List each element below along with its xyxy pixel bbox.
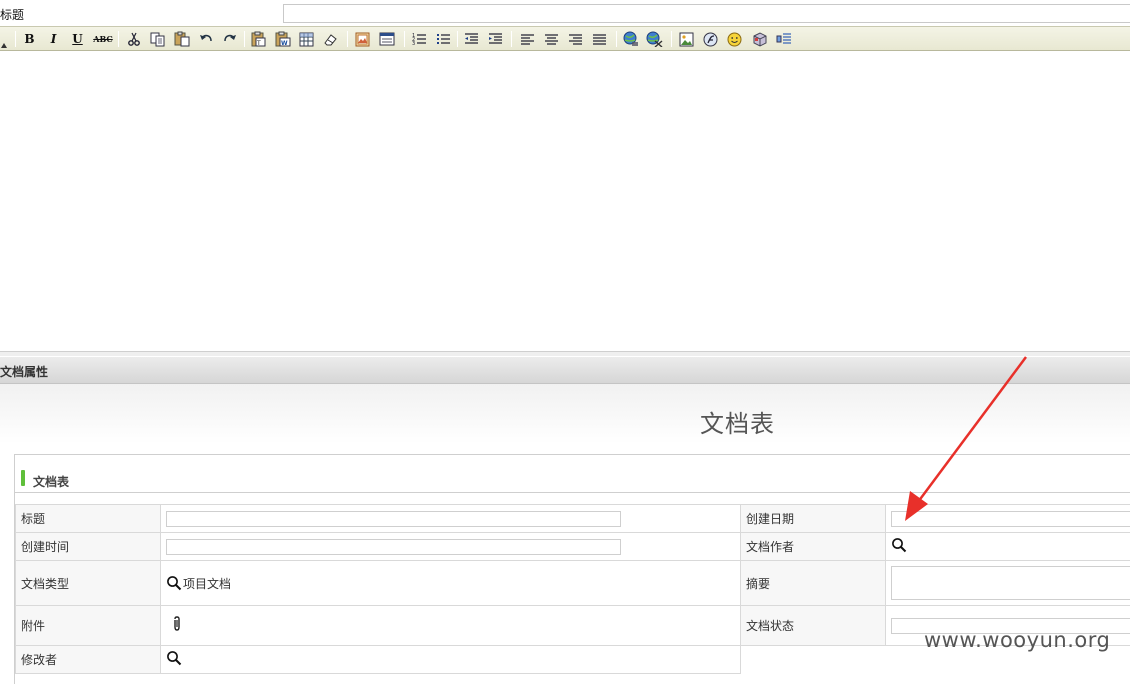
- section-header: 文档属性: [0, 357, 1130, 384]
- unordered-list-button[interactable]: [434, 30, 453, 48]
- toolbar-collapse-icon[interactable]: [1, 43, 7, 48]
- title-label: 标题: [0, 6, 24, 23]
- redo-button[interactable]: [220, 30, 239, 48]
- hr-button[interactable]: [774, 30, 793, 48]
- svg-text:3: 3: [412, 41, 415, 46]
- emoticon-icon: [727, 32, 742, 47]
- bold-icon: B: [24, 33, 34, 45]
- summary-textarea[interactable]: [891, 566, 1130, 600]
- picture-icon: [679, 32, 694, 47]
- unlink-icon: [646, 31, 663, 47]
- picture-button[interactable]: [677, 30, 696, 48]
- underline-button[interactable]: U: [68, 30, 87, 48]
- form-group-header: 文档表: [15, 455, 1130, 493]
- copy-icon: [150, 32, 165, 47]
- table-icon: [299, 32, 314, 47]
- title-row: 标题: [0, 0, 1130, 26]
- form-title: 文档表: [700, 404, 775, 439]
- eraser-button[interactable]: [321, 30, 340, 48]
- created-time-input[interactable]: [166, 539, 621, 555]
- outdent-icon: [464, 32, 479, 46]
- window-icon: [379, 32, 395, 46]
- image-frame-icon: [355, 32, 370, 47]
- created-time-label: 创建时间: [16, 533, 161, 561]
- media-button[interactable]: [750, 30, 769, 48]
- bold-button[interactable]: B: [20, 30, 39, 48]
- align-left-button[interactable]: [518, 30, 537, 48]
- undo-button[interactable]: [196, 30, 215, 48]
- cut-icon: [127, 32, 141, 46]
- ordered-list-icon: 123: [412, 32, 427, 46]
- properties-background: [0, 384, 1130, 444]
- paste-icon: [174, 31, 190, 47]
- underline-icon: U: [72, 33, 82, 45]
- summary-label: 摘要: [741, 561, 886, 606]
- editor-area[interactable]: [0, 52, 1130, 351]
- attachment-label: 附件: [16, 606, 161, 646]
- italic-icon: I: [51, 33, 57, 45]
- indent-icon: [488, 32, 503, 46]
- align-justify-icon: [592, 33, 607, 46]
- align-right-button[interactable]: [566, 30, 585, 48]
- flash-button[interactable]: [701, 30, 720, 48]
- undo-icon: [199, 33, 213, 45]
- image-frame-button[interactable]: [353, 30, 372, 48]
- created-date-input[interactable]: [891, 511, 1130, 527]
- align-center-icon: [544, 33, 559, 46]
- italic-button[interactable]: I: [44, 30, 63, 48]
- doc-type-label: 文档类型: [16, 561, 161, 606]
- window-button[interactable]: [377, 30, 396, 48]
- svg-text:W: W: [281, 40, 288, 47]
- paste-text-button[interactable]: T: [249, 30, 268, 48]
- table-row: 标题 创建日期: [16, 505, 1130, 533]
- link-icon: [623, 31, 640, 47]
- author-label: 文档作者: [741, 533, 886, 561]
- align-left-icon: [520, 33, 535, 46]
- cut-button[interactable]: [124, 30, 143, 48]
- paste-word-button[interactable]: W: [273, 30, 292, 48]
- redo-icon: [223, 33, 237, 45]
- editor-toolbar: B I U ABC T W 123: [0, 26, 1130, 51]
- status-label: 文档状态: [741, 606, 886, 646]
- created-date-label: 创建日期: [741, 505, 886, 533]
- editor-resize-bar: [0, 351, 1130, 356]
- link-button[interactable]: [622, 30, 641, 48]
- media-icon: [752, 32, 768, 47]
- title-input[interactable]: [283, 4, 1130, 23]
- modifier-search-icon[interactable]: [166, 650, 182, 666]
- svg-text:T: T: [256, 40, 261, 47]
- eraser-icon: [323, 33, 338, 46]
- title-field-label: 标题: [16, 505, 161, 533]
- section-title: 文档属性: [0, 363, 48, 380]
- flash-icon: [703, 32, 718, 47]
- title-field-input[interactable]: [166, 511, 621, 527]
- strikethrough-icon: ABC: [93, 35, 112, 43]
- copy-button[interactable]: [148, 30, 167, 48]
- paste-text-icon: T: [251, 31, 267, 47]
- modifier-label: 修改者: [16, 646, 161, 674]
- table-button[interactable]: [297, 30, 316, 48]
- doc-type-search-icon[interactable]: [166, 575, 182, 591]
- align-center-button[interactable]: [542, 30, 561, 48]
- doc-type-value: 项目文档: [183, 575, 231, 592]
- form-group-title: 文档表: [33, 473, 69, 490]
- unlink-button[interactable]: [645, 30, 664, 48]
- align-right-icon: [568, 33, 583, 46]
- paste-button[interactable]: [172, 30, 191, 48]
- table-row: 文档类型 项目文档 摘要: [16, 561, 1130, 606]
- indent-button[interactable]: [486, 30, 505, 48]
- paperclip-icon[interactable]: [172, 616, 182, 632]
- hr-icon: [776, 32, 792, 46]
- ordered-list-button[interactable]: 123: [410, 30, 429, 48]
- emoticon-button[interactable]: [725, 30, 744, 48]
- author-search-icon[interactable]: [891, 537, 907, 553]
- outdent-button[interactable]: [462, 30, 481, 48]
- accent-bar: [21, 470, 25, 486]
- align-justify-button[interactable]: [590, 30, 609, 48]
- table-row: 创建时间 文档作者: [16, 533, 1130, 561]
- unordered-list-icon: [436, 32, 451, 46]
- strikethrough-button[interactable]: ABC: [92, 30, 114, 48]
- watermark: www.wooyun.org: [924, 628, 1110, 652]
- paste-word-icon: W: [275, 31, 291, 47]
